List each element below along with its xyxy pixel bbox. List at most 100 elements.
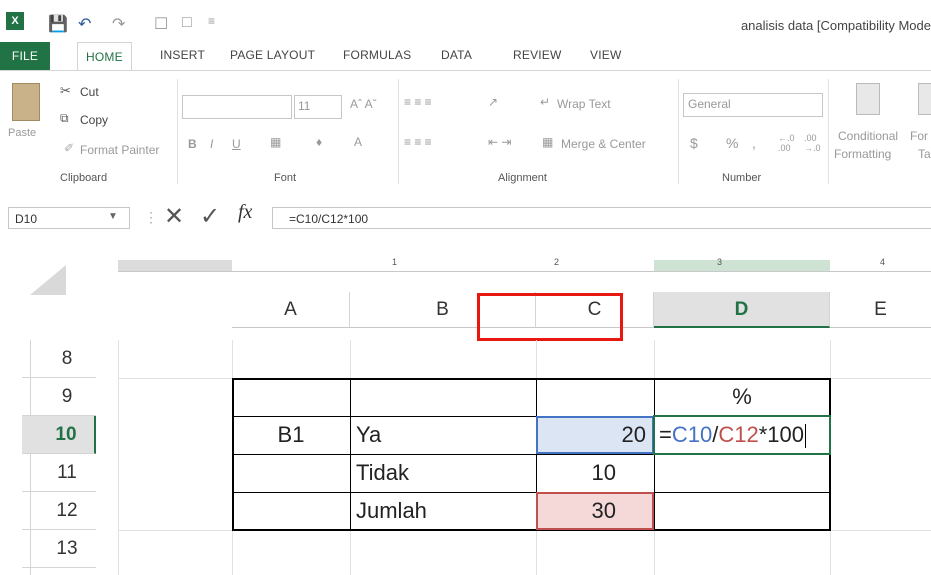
merge-center-button[interactable]: Merge & Center xyxy=(561,137,646,151)
copy-icon[interactable]: ⧉ xyxy=(60,111,69,126)
save-icon[interactable]: 💾 xyxy=(48,14,68,34)
customize-qat-icon[interactable]: ≡ xyxy=(208,14,215,28)
title-bar: X 💾 ↶ ↷ ☐ □ ≡ analisis data [Compatibili… xyxy=(0,0,931,42)
currency-button[interactable]: $ xyxy=(690,135,698,151)
tab-page-layout[interactable]: PAGE LAYOUT xyxy=(230,48,315,62)
ruler-mark-3: 3 xyxy=(717,257,723,267)
format-as-table-button-line2[interactable]: Ta xyxy=(918,147,931,161)
formula-input[interactable]: =C10/C12*100 xyxy=(272,207,931,229)
grow-font-icon[interactable]: Aˆ Aˇ xyxy=(350,97,377,111)
cancel-icon[interactable]: ✕ xyxy=(164,202,184,231)
cell-a10[interactable]: B1 xyxy=(232,416,350,454)
enter-icon[interactable]: ✓ xyxy=(200,202,220,231)
percent-button[interactable]: % xyxy=(726,135,738,151)
align-top-icon[interactable]: ≡ ≡ ≡ xyxy=(404,95,432,109)
print-preview-icon[interactable]: ☐ xyxy=(154,14,168,34)
ruler-mark-1: 1 xyxy=(392,257,398,267)
font-size-value: 11 xyxy=(298,99,311,113)
cell-b12[interactable]: Jumlah xyxy=(356,492,536,530)
cut-button[interactable]: Cut xyxy=(80,85,99,99)
row-header-8[interactable]: 8 xyxy=(22,340,96,378)
tab-view[interactable]: VIEW xyxy=(590,48,621,62)
format-painter-button[interactable]: Format Painter xyxy=(80,143,159,157)
conditional-formatting-button-line2[interactable]: Formatting xyxy=(834,147,891,161)
group-separator xyxy=(398,79,399,184)
cell-c11[interactable]: 10 xyxy=(536,454,616,492)
row-header-13[interactable]: 13 xyxy=(22,530,96,568)
ribbon-tabs: FILE HOME INSERT PAGE LAYOUT FORMULAS DA… xyxy=(0,42,931,71)
ruler-selected-column xyxy=(654,260,830,271)
tab-data[interactable]: DATA xyxy=(441,48,472,62)
merge-center-icon[interactable]: ▦ xyxy=(542,135,553,149)
row-header-9[interactable]: 9 xyxy=(22,378,96,416)
paste-button[interactable]: Paste xyxy=(8,127,36,139)
formula-equals: = xyxy=(659,422,672,447)
cell-b10[interactable]: Ya xyxy=(356,416,536,454)
tab-review[interactable]: REVIEW xyxy=(513,48,562,62)
formula-rest: *100 xyxy=(758,422,804,447)
highlight-box xyxy=(477,293,623,341)
decrease-decimal-icon[interactable]: .00 →.0 xyxy=(804,133,821,153)
row-header-12[interactable]: 12 xyxy=(22,492,96,530)
bold-button[interactable]: B xyxy=(188,137,197,151)
align-left-icon[interactable]: ≡ ≡ ≡ xyxy=(404,135,432,149)
clipboard-group-label: Clipboard xyxy=(60,172,108,184)
insert-function-icon[interactable]: fx xyxy=(238,201,252,224)
format-painter-icon[interactable]: ✐ xyxy=(64,141,74,155)
fill-color-icon[interactable]: ♦ xyxy=(316,135,322,149)
format-as-table-button[interactable]: For xyxy=(910,129,928,143)
increase-decimal-icon[interactable]: ←.0.00 xyxy=(778,133,795,153)
font-color-icon[interactable]: A xyxy=(354,135,362,149)
wrap-text-button[interactable]: Wrap Text xyxy=(557,97,611,111)
comma-button[interactable]: , xyxy=(752,135,756,151)
table-border xyxy=(232,378,234,531)
cell-b11[interactable]: Tidak xyxy=(356,454,536,492)
italic-button[interactable]: I xyxy=(210,137,213,151)
group-separator xyxy=(177,79,178,184)
select-all-icon[interactable] xyxy=(30,265,66,295)
cut-icon[interactable]: ✂ xyxy=(60,83,71,99)
tab-file[interactable]: FILE xyxy=(0,42,50,70)
undo-icon[interactable]: ↶ xyxy=(78,14,91,34)
cell-d9[interactable]: % xyxy=(654,378,830,416)
formula-ref-c10: C10 xyxy=(671,422,713,447)
new-document-icon[interactable]: □ xyxy=(182,14,192,32)
ruler-mark-4: 4 xyxy=(880,257,886,267)
conditional-formatting-icon[interactable] xyxy=(856,83,880,115)
cell-c12[interactable]: 30 xyxy=(536,492,616,530)
borders-icon[interactable]: ▦ xyxy=(270,135,281,149)
font-group-label: Font xyxy=(274,172,297,184)
formula-bar: D10 ▼ ⋮ ✕ ✓ fx =C10/C12*100 xyxy=(0,195,931,243)
group-separator xyxy=(678,79,679,184)
format-as-table-icon[interactable] xyxy=(918,83,931,115)
font-name-combo[interactable] xyxy=(182,95,292,119)
window-title: analisis data [Compatibility Mode xyxy=(740,18,931,33)
excel-logo-icon: X xyxy=(6,12,24,30)
underline-button[interactable]: U xyxy=(232,137,241,151)
wrap-text-icon[interactable]: ↵ xyxy=(540,95,550,109)
tab-home[interactable]: HOME xyxy=(77,42,132,71)
column-header-e[interactable]: E xyxy=(830,292,931,328)
copy-button[interactable]: Copy xyxy=(80,113,108,127)
column-header-a[interactable]: A xyxy=(232,292,350,328)
table-border xyxy=(350,378,351,531)
ribbon: Paste ✂ Cut ⧉ Copy ✐ Format Painter Clip… xyxy=(0,70,931,197)
column-header-d[interactable]: D xyxy=(654,292,830,328)
conditional-formatting-button[interactable]: Conditional xyxy=(838,129,898,143)
cell-d10-formula[interactable]: =C10/C12*100 xyxy=(659,416,829,454)
cell-c10[interactable]: 20 xyxy=(536,416,646,454)
paste-icon[interactable] xyxy=(12,83,40,121)
redo-icon[interactable]: ↷ xyxy=(112,14,125,34)
tab-formulas[interactable]: FORMULAS xyxy=(343,48,411,62)
grid-line xyxy=(118,340,119,575)
row-header-11[interactable]: 11 xyxy=(22,454,96,492)
orientation-icon[interactable]: ↗ xyxy=(488,95,498,109)
ruler-margin xyxy=(118,260,232,271)
row-header-10[interactable]: 10 xyxy=(22,416,96,454)
tab-insert[interactable]: INSERT xyxy=(160,48,205,62)
group-separator xyxy=(828,79,829,184)
name-box-dropdown-icon[interactable]: ▼ xyxy=(108,211,118,222)
text-cursor xyxy=(804,424,806,449)
indent-icon[interactable]: ⇤ ⇥ xyxy=(488,135,511,149)
alignment-group-label: Alignment xyxy=(498,172,547,184)
